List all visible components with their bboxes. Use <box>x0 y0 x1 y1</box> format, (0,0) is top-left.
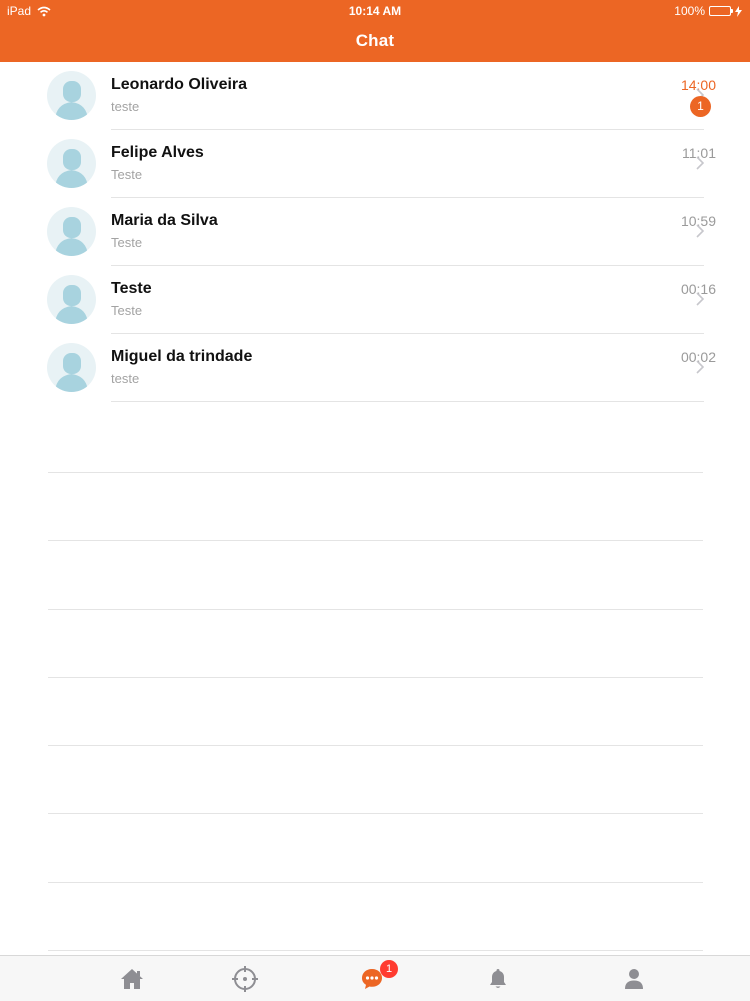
row-divider <box>111 401 704 402</box>
chat-preview: Teste <box>111 303 143 318</box>
empty-row-divider <box>48 472 703 473</box>
chat-name: Maria da Silva <box>111 212 218 229</box>
chat-preview: Teste <box>111 235 143 250</box>
chevron-right-icon <box>696 224 704 238</box>
tab-explore[interactable] <box>215 956 275 1001</box>
empty-row-divider <box>48 950 703 951</box>
chevron-right-icon <box>696 360 704 374</box>
person-icon <box>625 968 643 989</box>
person-avatar-icon <box>55 81 88 120</box>
tab-home[interactable] <box>102 956 162 1001</box>
chevron-right-icon <box>696 156 704 170</box>
chat-list: Leonardo Oliveira teste 14:00 1 Felipe A… <box>0 62 750 402</box>
charging-icon <box>735 5 742 17</box>
person-avatar-icon <box>55 285 88 324</box>
tab-bar: 1 <box>0 955 750 1001</box>
chat-name: Leonardo Oliveira <box>111 76 248 93</box>
chat-preview: Teste <box>111 167 143 182</box>
avatar <box>47 343 96 392</box>
battery-percentage: 100% <box>674 4 705 18</box>
unread-badge: 1 <box>690 96 711 117</box>
avatar <box>47 71 96 120</box>
page-title: Chat <box>355 31 395 50</box>
person-avatar-icon <box>55 217 88 256</box>
empty-row-divider <box>48 609 703 610</box>
avatar <box>47 275 96 324</box>
tab-notifications[interactable] <box>468 956 528 1001</box>
battery-icon <box>709 6 733 16</box>
empty-row-divider <box>48 882 703 883</box>
home-icon <box>121 968 143 989</box>
chat-row-teste[interactable]: Teste Teste 00:16 <box>0 266 750 334</box>
empty-row-divider <box>48 540 703 541</box>
chevron-right-icon <box>696 292 704 306</box>
avatar <box>47 139 96 188</box>
chat-preview: teste <box>111 99 140 114</box>
empty-row-divider <box>48 745 703 746</box>
chat-row-maria-da-silva[interactable]: Maria da Silva Teste 10:59 <box>0 198 750 266</box>
chat-name: Felipe Alves <box>111 144 204 161</box>
chat-name: Teste <box>111 280 152 297</box>
tab-chat[interactable]: 1 <box>342 956 402 1001</box>
avatar <box>47 207 96 256</box>
status-time: 10:14 AM <box>348 4 402 18</box>
tab-profile[interactable] <box>604 956 664 1001</box>
chat-row-leonardo-oliveira[interactable]: Leonardo Oliveira teste 14:00 1 <box>0 62 750 130</box>
status-right: 100% <box>674 4 742 18</box>
person-avatar-icon <box>55 149 88 188</box>
bell-icon <box>490 968 506 988</box>
empty-row-divider <box>48 813 703 814</box>
chat-name: Miguel da trindade <box>111 348 253 365</box>
empty-row-divider <box>48 677 703 678</box>
crosshair-icon <box>232 965 258 992</box>
chat-preview: teste <box>111 371 140 386</box>
navigation-header: iPad 10:14 AM 100% Chat <box>0 0 750 62</box>
chat-row-miguel-da-trindade[interactable]: Miguel da trindade teste 00:02 <box>0 334 750 402</box>
person-avatar-icon <box>55 353 88 392</box>
chat-badge: 1 <box>380 960 398 978</box>
chat-row-felipe-alves[interactable]: Felipe Alves Teste 11:01 <box>0 130 750 198</box>
